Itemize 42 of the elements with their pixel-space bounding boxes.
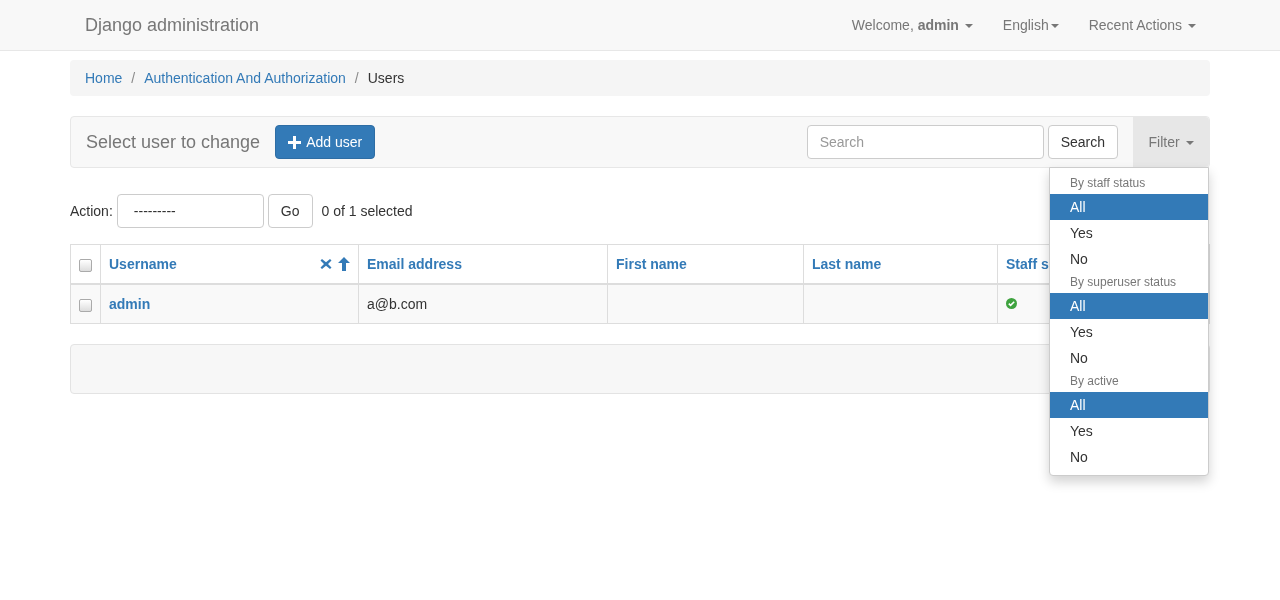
filter-option[interactable]: All — [1050, 194, 1208, 220]
table-cell: a@b.com — [367, 296, 428, 312]
action-select[interactable]: --------- — [116, 194, 264, 228]
username-link[interactable]: admin — [109, 296, 151, 312]
select-all-checkbox[interactable] — [79, 258, 92, 272]
column-header[interactable]: Username — [109, 256, 177, 272]
filter-option[interactable]: Yes — [1050, 220, 1208, 246]
language-menu[interactable]: English — [1002, 17, 1059, 33]
column-header[interactable]: Staff s — [1006, 256, 1049, 272]
brand-link[interactable]: Django administration — [70, 14, 260, 36]
selection-counter: 0 of 1 selected — [321, 203, 413, 219]
breadcrumb-separator: / — [354, 70, 359, 86]
column-header[interactable]: Email address — [367, 256, 462, 272]
go-button[interactable]: Go — [267, 194, 313, 228]
column-header[interactable]: Last name — [812, 256, 882, 272]
column-header[interactable]: First name — [616, 256, 687, 272]
filter-option[interactable]: No — [1050, 444, 1208, 470]
filter-group-heading: By staff status — [1069, 175, 1147, 192]
plus-icon — [288, 135, 302, 149]
breadcrumb-current: Users — [367, 70, 405, 86]
filter-option[interactable]: All — [1050, 293, 1208, 319]
search-button[interactable]: Search — [1047, 125, 1118, 159]
breadcrumb-link[interactable]: Authentication And Authorization — [144, 70, 346, 86]
filter-option[interactable]: All — [1050, 392, 1208, 418]
breadcrumb-link[interactable]: Home — [85, 70, 123, 86]
filter-group-heading: By active — [1069, 373, 1120, 390]
search-field[interactable]: Search — [806, 125, 1044, 159]
add-user-button[interactable]: Add user — [275, 125, 376, 159]
filter-option[interactable]: No — [1050, 345, 1208, 371]
sort-ascending-icon[interactable] — [338, 257, 350, 271]
user-menu[interactable]: Welcome, admin — [851, 17, 973, 33]
action-label: Action: — [70, 203, 113, 219]
filter-option[interactable]: Yes — [1050, 319, 1208, 345]
filter-option[interactable]: No — [1050, 246, 1208, 272]
page-heading: Select user to change — [86, 131, 261, 153]
remove-sort-icon[interactable] — [320, 258, 332, 270]
breadcrumb-separator: / — [131, 70, 136, 86]
filter-group-heading: By superuser status — [1069, 274, 1178, 291]
filter-button[interactable]: Filter — [1133, 117, 1209, 167]
filter-option[interactable]: Yes — [1050, 418, 1208, 444]
row-checkbox[interactable] — [79, 298, 92, 312]
recent-actions-menu[interactable]: Recent Actions — [1088, 17, 1196, 33]
